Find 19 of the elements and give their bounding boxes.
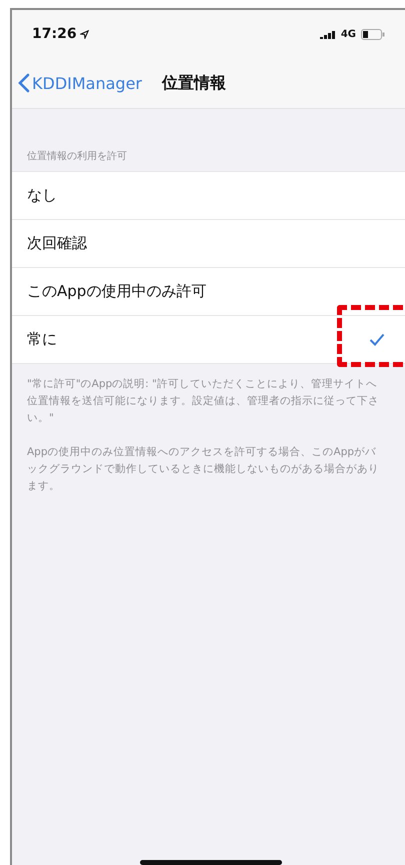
- network-type: 4G: [340, 28, 356, 40]
- footer-note: "常に許可"のAppの説明: "許可していただくことにより、管理サイトへ位置情報を送信可能になります。設定値は、管理者の指示に従って下さい。": [27, 377, 380, 426]
- option-row[interactable]: このAppの使用中のみ許可: [12, 267, 405, 315]
- option-label: このAppの使用中のみ許可: [27, 282, 206, 301]
- back-button[interactable]: KDDIManager: [18, 73, 142, 93]
- option-row[interactable]: 次回確認: [12, 219, 405, 267]
- footer-note: Appの使用中のみ位置情報へのアクセスを許可する場合、このAppがバックグラウンドで動作しているときに機能しないものがある場合があります。: [27, 445, 380, 494]
- location-arrow-icon: [80, 30, 89, 38]
- option-label: なし: [27, 186, 57, 205]
- chevron-left-icon: [18, 73, 30, 93]
- clock: 17:26: [32, 26, 89, 42]
- section-header: 位置情報の利用を許可: [26, 150, 128, 164]
- option-label: 常に: [27, 330, 57, 349]
- option-row[interactable]: なし: [12, 172, 405, 219]
- page-title: 位置情報: [162, 72, 226, 94]
- battery-icon: [361, 28, 385, 40]
- signal-icon: [320, 30, 336, 38]
- option-row[interactable]: 常に: [12, 315, 405, 363]
- option-label: 次回確認: [27, 234, 87, 253]
